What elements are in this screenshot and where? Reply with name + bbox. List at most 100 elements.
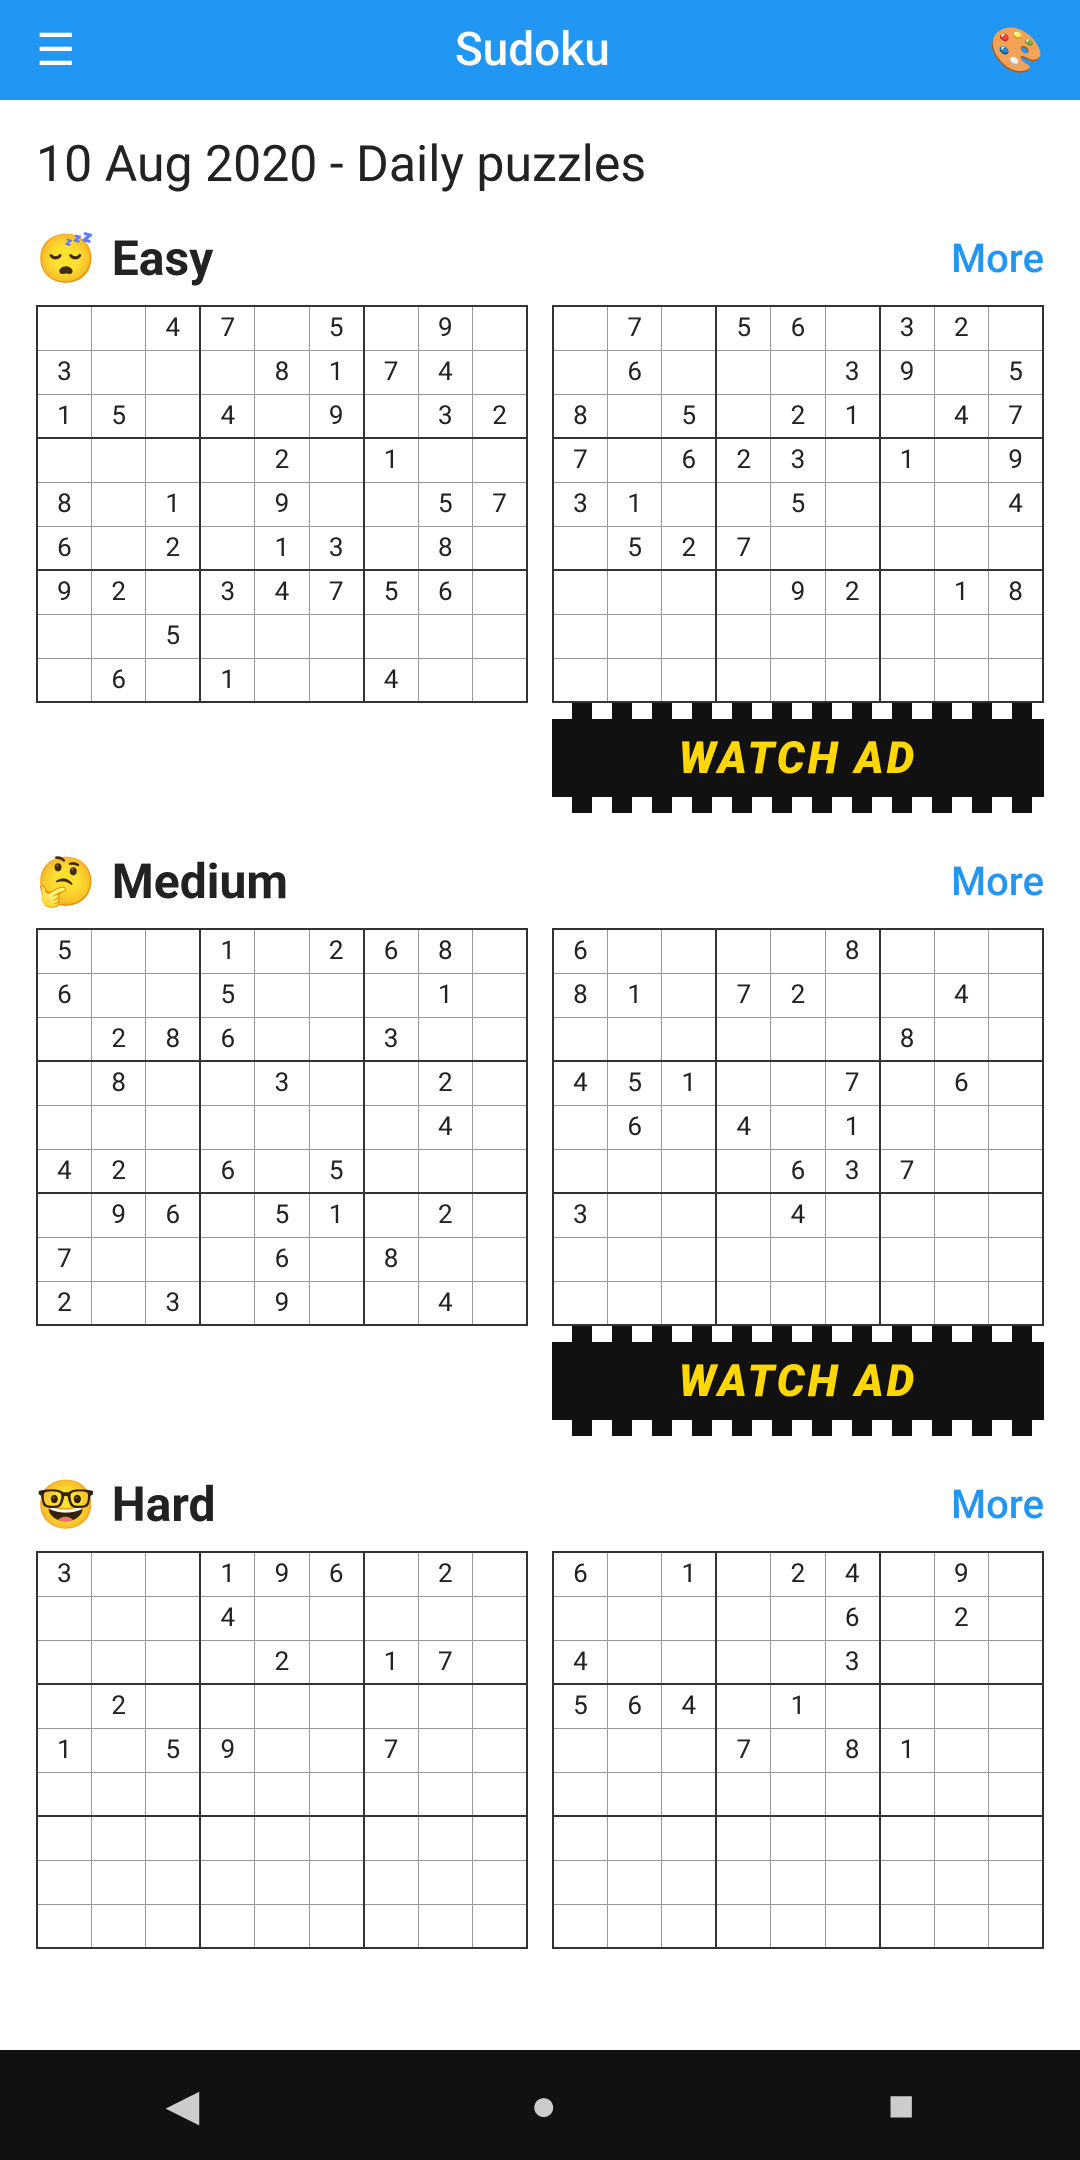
table-row: 4 xyxy=(200,394,254,438)
table-row: 5 xyxy=(37,929,91,973)
table-row xyxy=(309,1105,363,1149)
table-row xyxy=(607,1017,661,1061)
table-row xyxy=(91,1237,145,1281)
medium-puzzle-left[interactable]: 51268651286383244265965127682394 xyxy=(36,928,528,1436)
table-row xyxy=(255,1904,309,1948)
table-row xyxy=(364,1816,418,1860)
table-row: 4 xyxy=(553,1640,607,1684)
table-row: 2 xyxy=(91,1684,145,1728)
table-row xyxy=(989,1596,1044,1640)
table-row xyxy=(146,1640,200,1684)
hard-puzzle-left[interactable]: 31962421721597 xyxy=(36,1551,528,1949)
table-row xyxy=(607,1816,661,1860)
table-row xyxy=(200,1904,254,1948)
easy-puzzle-row: 47593817415493221819576213892347565614 7… xyxy=(36,305,1044,813)
table-row xyxy=(989,1237,1044,1281)
table-row: 6 xyxy=(934,1061,988,1105)
nav-home-icon[interactable]: ● xyxy=(530,2079,557,2131)
table-row xyxy=(200,526,254,570)
table-row xyxy=(825,973,879,1017)
table-row: 4 xyxy=(771,1193,825,1237)
table-row xyxy=(771,1017,825,1061)
table-row xyxy=(364,482,418,526)
table-row xyxy=(364,306,418,350)
table-row xyxy=(91,1281,145,1325)
table-row xyxy=(662,929,716,973)
medium-puzzle-row: 51268651286383244265965127682394 6881724… xyxy=(36,928,1044,1436)
table-row xyxy=(309,1061,363,1105)
table-row xyxy=(473,1728,528,1772)
table-row xyxy=(771,1816,825,1860)
menu-icon[interactable]: ☰ xyxy=(36,24,75,76)
table-row xyxy=(418,1860,472,1904)
table-row xyxy=(825,658,879,702)
table-row xyxy=(716,570,770,614)
table-row xyxy=(309,973,363,1017)
table-row xyxy=(309,1816,363,1860)
table-row xyxy=(146,1772,200,1816)
table-row xyxy=(200,350,254,394)
table-row xyxy=(880,1193,934,1237)
table-row xyxy=(989,1904,1044,1948)
table-row xyxy=(553,1105,607,1149)
easy-watch-ad[interactable]: WATCH AD xyxy=(552,703,1044,813)
table-row: 1 xyxy=(37,1728,91,1772)
table-row xyxy=(473,1149,528,1193)
topbar: ☰ Sudoku 🎨 xyxy=(0,0,1080,100)
nav-recents-icon[interactable]: ■ xyxy=(888,2079,915,2131)
table-row xyxy=(934,1640,988,1684)
table-row xyxy=(255,658,309,702)
hard-more-link[interactable]: More xyxy=(951,1481,1044,1528)
table-row: 1 xyxy=(146,482,200,526)
table-row xyxy=(418,1596,472,1640)
table-row xyxy=(607,1772,661,1816)
easy-puzzle-right[interactable]: 75632639585214776231931545279218 WATCH A… xyxy=(552,305,1044,813)
medium-more-link[interactable]: More xyxy=(951,858,1044,905)
table-row xyxy=(716,1237,770,1281)
medium-puzzle-right[interactable]: 688172484517664163734 WATCH AD xyxy=(552,928,1044,1436)
easy-more-link[interactable]: More xyxy=(951,235,1044,282)
hard-puzzle-right[interactable]: 6124962435641781 xyxy=(552,1551,1044,1949)
table-row: 5 xyxy=(662,394,716,438)
table-row xyxy=(473,1105,528,1149)
table-row: 5 xyxy=(200,973,254,1017)
medium-grid-right: 688172484517664163734 xyxy=(552,928,1044,1326)
table-row: 7 xyxy=(716,1728,770,1772)
table-row xyxy=(989,526,1044,570)
table-row xyxy=(364,1061,418,1105)
table-row xyxy=(255,1728,309,1772)
table-row xyxy=(607,438,661,482)
table-row xyxy=(255,1149,309,1193)
table-row: 2 xyxy=(255,438,309,482)
table-row: 9 xyxy=(200,1728,254,1772)
table-row xyxy=(37,1640,91,1684)
table-row xyxy=(934,438,988,482)
table-row xyxy=(934,1105,988,1149)
nav-back-icon[interactable]: ◀ xyxy=(166,2079,200,2131)
table-row xyxy=(662,1904,716,1948)
medium-section-header: 🤔 Medium More xyxy=(36,853,1044,910)
table-row: 2 xyxy=(418,1061,472,1105)
table-row xyxy=(662,350,716,394)
table-row xyxy=(553,1772,607,1816)
table-row: 6 xyxy=(309,1552,363,1596)
table-row xyxy=(716,394,770,438)
table-row xyxy=(146,1149,200,1193)
table-row: 2 xyxy=(825,570,879,614)
table-row: 9 xyxy=(771,570,825,614)
table-row: 8 xyxy=(418,929,472,973)
table-row xyxy=(146,1860,200,1904)
medium-watch-ad[interactable]: WATCH AD xyxy=(552,1326,1044,1436)
table-row xyxy=(553,1816,607,1860)
palette-icon[interactable]: 🎨 xyxy=(989,24,1044,76)
table-row: 9 xyxy=(91,1193,145,1237)
table-row xyxy=(607,1149,661,1193)
table-row xyxy=(37,1061,91,1105)
table-row: 3 xyxy=(553,1193,607,1237)
easy-puzzle-left[interactable]: 47593817415493221819576213892347565614 xyxy=(36,305,528,813)
table-row xyxy=(771,1596,825,1640)
table-row xyxy=(91,1640,145,1684)
easy-title-group: 😴 Easy xyxy=(36,230,213,287)
table-row: 1 xyxy=(364,438,418,482)
table-row: 1 xyxy=(37,394,91,438)
